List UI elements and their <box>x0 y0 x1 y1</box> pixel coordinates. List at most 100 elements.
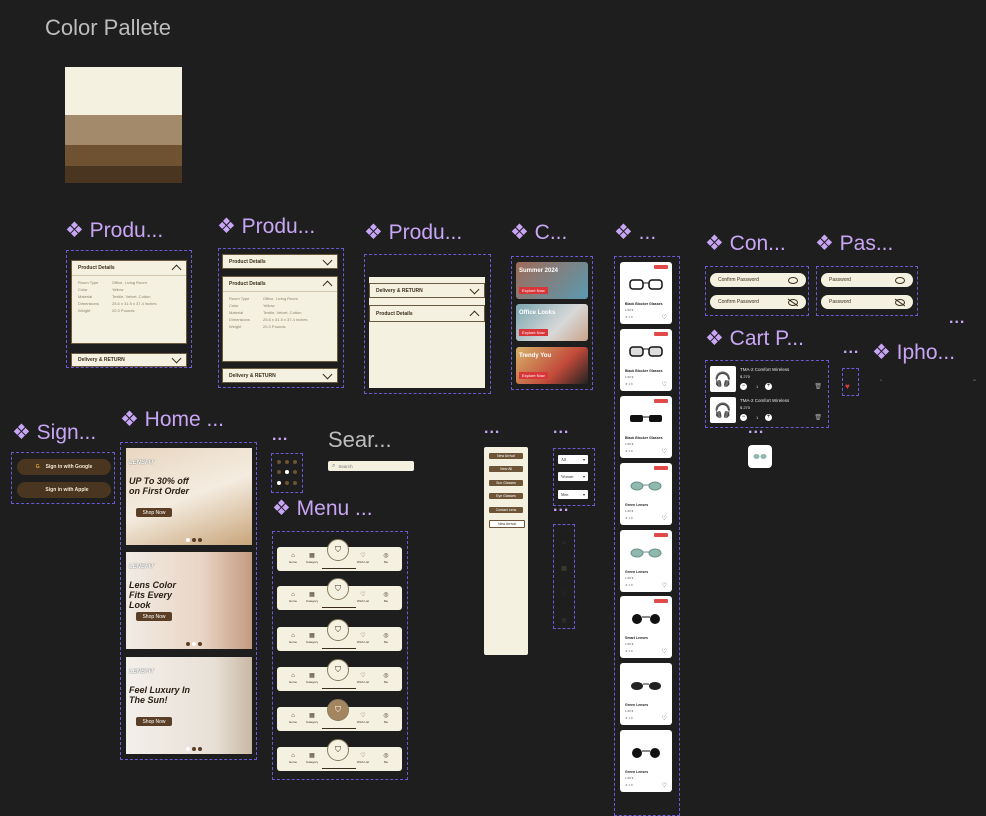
component-label-confirm[interactable]: ❖ Con... <box>705 231 786 256</box>
home-banner[interactable]: LENSFIT Feel Luxury In The Sun! Shop Now <box>126 657 252 754</box>
component-label-product-3[interactable]: ❖ Produ... <box>364 220 462 245</box>
component-label-ellipsis[interactable]: ... <box>553 498 569 516</box>
component-label-ellipsis[interactable]: ... <box>748 420 764 438</box>
component-label-c[interactable]: ❖ C... <box>510 220 567 245</box>
heart-icon[interactable]: ♡ <box>662 648 667 655</box>
nav-category[interactable]: ▦ Category <box>304 633 320 644</box>
minus-button[interactable]: − <box>740 383 747 390</box>
nav-home[interactable]: ⌂ Home <box>285 753 301 764</box>
nav-wishlist[interactable]: ♡ Wish List <box>355 673 371 684</box>
nav-category[interactable]: ▦ Category <box>304 753 320 764</box>
menu-item-eye-glasses[interactable]: Eye Glasses <box>489 493 523 499</box>
heart-icon[interactable]: ♡ <box>662 515 667 522</box>
chevron-down-icon[interactable] <box>322 369 333 379</box>
component-label-dots[interactable]: ❖ ... <box>614 220 656 245</box>
nav-me[interactable]: ◎ Me <box>378 592 394 603</box>
bag-icon[interactable]: ⛉ <box>327 619 349 641</box>
glasses-icon-tile[interactable] <box>748 445 772 468</box>
menu-item-view-all[interactable]: View All <box>489 466 523 472</box>
home-banner[interactable]: LENSFIT Lens Color Fits Every Look Shop … <box>126 552 252 649</box>
nav-category[interactable]: ▦ Category <box>304 592 320 603</box>
bag-icon[interactable]: ⛉ <box>327 539 349 561</box>
menu-item-new-arrival-outline[interactable]: New Arrival <box>489 520 525 528</box>
nav-me[interactable]: ◎ Me <box>378 633 394 644</box>
sign-in-google-button[interactable]: G Sign in with Google <box>17 459 111 475</box>
component-label-cart[interactable]: ❖ Cart P... <box>705 326 804 351</box>
product-card[interactable]: Black Blocker Glasses 1.60 $ ★ 4.8 ♡ <box>620 329 672 391</box>
component-label-sign[interactable]: ❖ Sign... <box>12 420 96 445</box>
minus-button[interactable]: − <box>740 414 747 421</box>
chevron-down-icon[interactable] <box>322 255 333 265</box>
trash-icon[interactable]: 🗑 <box>814 414 822 421</box>
product-details-accordion-closed[interactable]: Product Details <box>222 254 338 269</box>
chevron-up-icon[interactable] <box>171 264 182 275</box>
nav-wishlist[interactable]: ♡ Wish List <box>355 753 371 764</box>
banner-trendy[interactable]: Trendy You Explore Now <box>516 347 588 384</box>
product-details-accordion-open[interactable]: Product Details Room Type Office, Living … <box>222 276 338 362</box>
password-field[interactable]: Password <box>821 273 913 287</box>
heart-icon[interactable]: ♡ <box>662 582 667 589</box>
nav-home[interactable]: ⌂ Home <box>285 673 301 684</box>
heart-icon[interactable]: ♡ <box>662 715 667 722</box>
menu-item-sun-glasses[interactable]: Sun Glasses <box>489 480 523 486</box>
select-women[interactable]: Women ▾ <box>558 472 588 481</box>
chevron-up-icon[interactable] <box>469 310 480 320</box>
product-card[interactable]: Green Lenses 1.60 $ ★ 4.8 ♡ <box>620 530 672 592</box>
trash-icon[interactable]: 🗑 <box>814 383 822 390</box>
sign-in-apple-button[interactable]: Sign in with Apple <box>17 482 111 498</box>
confirm-password-field[interactable]: Confirm Password <box>710 295 806 309</box>
explore-button[interactable]: Explore Now <box>519 287 548 294</box>
nav-category[interactable]: ▦ Category <box>304 713 320 724</box>
plus-button[interactable]: + <box>765 414 772 421</box>
component-label-menu[interactable]: ❖ Menu ... <box>272 496 373 521</box>
confirm-password-field[interactable]: Confirm Password <box>710 273 806 287</box>
eye-off-icon[interactable] <box>895 298 905 306</box>
nav-home[interactable]: ⌂ Home <box>285 553 301 564</box>
heart-icon[interactable]: ♡ <box>662 314 667 321</box>
nav-wishlist[interactable]: ♡ Wish List <box>355 592 371 603</box>
product-card[interactable]: Black Blocker Glasses 1.60 $ ★ 4.8 ♡ <box>620 262 672 324</box>
component-label-ellipsis[interactable]: ... <box>553 420 569 438</box>
delivery-accordion[interactable]: Delivery & RETURN <box>369 283 485 298</box>
menu-item-contact-lens[interactable]: Contact Lens <box>489 507 523 513</box>
nav-home[interactable]: ⌂ Home <box>285 592 301 603</box>
product-card[interactable]: Black Blocker Glasses 1.60 $ ★ 4.8 ♡ <box>620 396 672 458</box>
nav-wishlist[interactable]: ♡ Wish List <box>355 713 371 724</box>
cart-item[interactable]: 🎧 TMA-2 Comfort Wireless $ 270 − 1 + 🗑 <box>710 365 822 393</box>
shop-now-button[interactable]: Shop Now <box>136 508 172 517</box>
heart-icon[interactable]: ♡ <box>662 381 667 388</box>
password-field[interactable]: Password <box>821 295 913 309</box>
nav-category[interactable]: ▦ Category <box>304 673 320 684</box>
component-label-iphone[interactable]: ❖ Ipho... <box>872 340 955 365</box>
menu-item-new-arrival[interactable]: New Arrival <box>489 453 523 459</box>
delivery-accordion[interactable]: Delivery & RETURN <box>222 368 338 383</box>
home-icon[interactable]: ⌂ <box>558 530 570 556</box>
bag-icon[interactable]: ⛉ <box>327 578 349 600</box>
heart-icon[interactable]: ♡ <box>662 448 667 455</box>
explore-button[interactable]: Explore Now <box>519 329 548 336</box>
explore-button[interactable]: Explore Now <box>519 372 548 379</box>
product-card[interactable]: Green Lenses 1.60 $ ★ 4.8 ♡ <box>620 463 672 525</box>
component-label-ellipsis[interactable]: ... <box>272 427 288 445</box>
product-details-accordion[interactable]: Product Details <box>369 305 485 322</box>
product-card[interactable]: Green Lenses 1.60 $ ★ 4.8 ♡ <box>620 730 672 792</box>
eye-icon[interactable] <box>788 276 798 284</box>
component-label-ellipsis[interactable]: ... <box>949 310 965 328</box>
heart-icon[interactable]: ♡ <box>558 582 570 608</box>
product-card[interactable]: Smart Lenses 1.60 $ ★ 4.8 ♡ <box>620 596 672 658</box>
product-card[interactable]: Green Lenses 1.60 $ ★ 4.8 ♡ <box>620 663 672 725</box>
bag-icon[interactable]: ⛉ <box>327 659 349 681</box>
chevron-up-icon[interactable] <box>322 280 333 291</box>
eye-off-icon[interactable] <box>788 298 798 306</box>
cart-item[interactable]: 🎧 TMA-2 Comfort Wireless $ 270 − 1 + 🗑 <box>710 396 822 424</box>
nav-me[interactable]: ◎ Me <box>378 713 394 724</box>
nav-wishlist[interactable]: ♡ Wish List <box>355 553 371 564</box>
heart-icon[interactable]: ♥ <box>845 382 850 391</box>
nav-category[interactable]: ▦ Category <box>304 553 320 564</box>
component-label-home[interactable]: ❖ Home ... <box>120 407 224 432</box>
select-all[interactable]: All ▾ <box>558 455 588 464</box>
bag-icon[interactable]: ⛉ <box>327 699 349 721</box>
plus-button[interactable]: + <box>765 383 772 390</box>
chevron-down-icon[interactable] <box>469 284 480 294</box>
component-label-ellipsis[interactable]: ... <box>484 420 500 438</box>
